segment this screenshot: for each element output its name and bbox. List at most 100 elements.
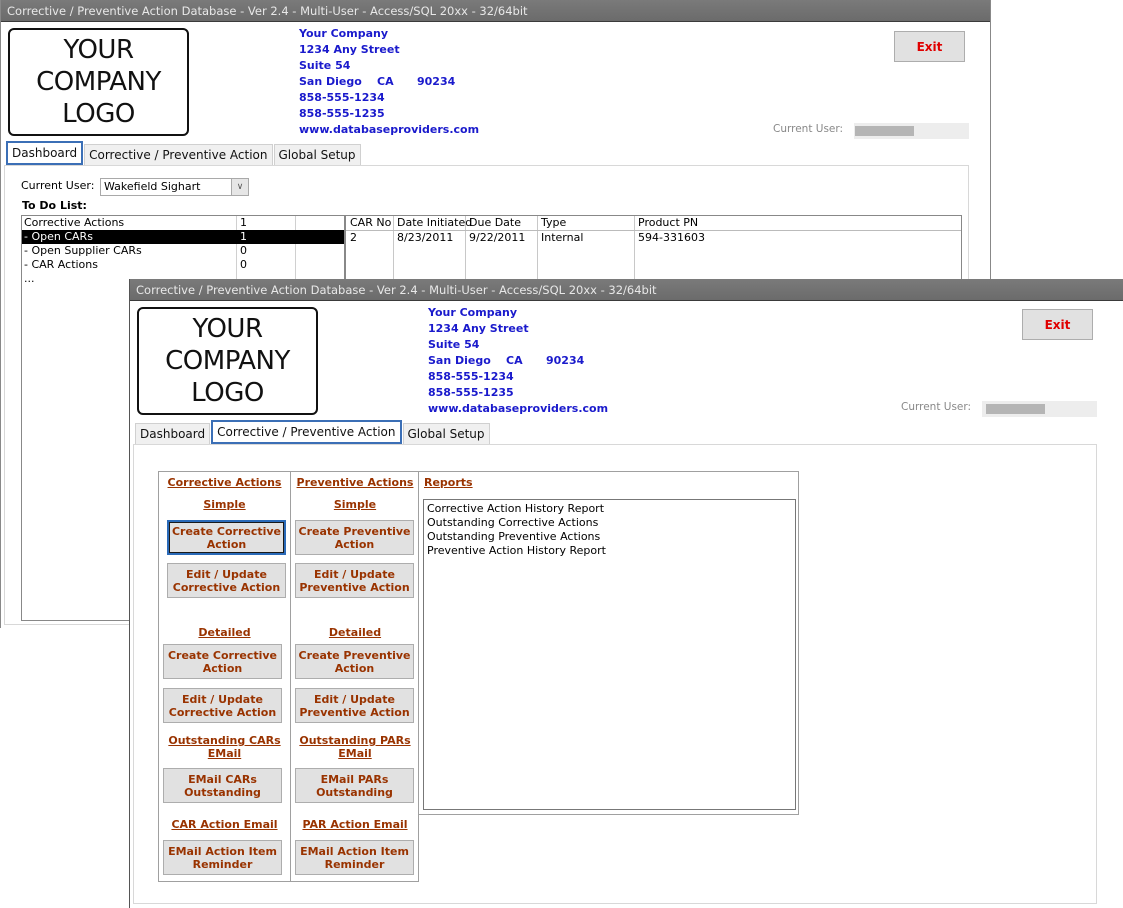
preventive-detailed-heading[interactable]: Detailed <box>291 626 419 639</box>
email-car-action-reminder-button[interactable]: EMail Action Item Reminder <box>163 840 282 875</box>
corrective-actions-heading[interactable]: Corrective Actions <box>159 476 290 489</box>
redacted-user <box>855 126 914 136</box>
company-logo: YOUR COMPANY LOGO <box>8 28 189 136</box>
table-row[interactable]: 2 8/23/2011 9/22/2011 Internal 594-33160… <box>346 231 961 245</box>
report-item[interactable]: Outstanding Preventive Actions <box>427 530 792 544</box>
outstanding-pars-email-heading[interactable]: Outstanding PARs EMail <box>291 734 419 760</box>
car-table[interactable]: CAR No Date Initiated Due Date Type Prod… <box>345 215 962 285</box>
car-table-header: CAR No Date Initiated Due Date Type Prod… <box>346 216 961 231</box>
todo-label: Corrective Actions <box>24 216 125 229</box>
current-user-select[interactable]: Wakefield Sighart ∨ <box>100 178 249 196</box>
preventive-simple-heading[interactable]: Simple <box>291 498 419 511</box>
tab-bar: Dashboard Corrective / Preventive Action… <box>6 141 362 165</box>
email-pars-outstanding-button[interactable]: EMail PARs Outstanding <box>295 768 414 803</box>
tab-bar: Dashboard Corrective / Preventive Action… <box>135 420 491 444</box>
column-header[interactable]: Due Date <box>466 216 521 230</box>
current-user-field <box>854 123 969 139</box>
redacted-user <box>986 404 1045 414</box>
tab-dashboard[interactable]: Dashboard <box>6 141 84 165</box>
create-preventive-detailed-button[interactable]: Create Preventive Action <box>295 644 414 679</box>
corrective-detailed-heading[interactable]: Detailed <box>159 626 290 639</box>
edit-corrective-simple-button[interactable]: Edit / Update Corrective Action <box>167 563 286 598</box>
table-cell: 9/22/2011 <box>469 231 526 244</box>
preventive-actions-heading[interactable]: Preventive Actions <box>291 476 419 489</box>
car-action-email-heading[interactable]: CAR Action Email <box>159 818 290 831</box>
company-logo: YOUR COMPANY LOGO <box>137 307 318 415</box>
window-title: Corrective / Preventive Action Database … <box>130 279 1123 301</box>
todo-row[interactable]: - CAR Actions 0 <box>22 258 344 272</box>
exit-button[interactable]: Exit <box>1022 309 1093 340</box>
company-phone-2: 858-555-1235 <box>428 386 514 399</box>
current-user-value: Wakefield Sighart <box>104 180 201 193</box>
company-website: www.databaseproviders.com <box>428 402 609 415</box>
current-user-label: Current User: <box>773 123 844 135</box>
todo-count: 0 <box>240 258 247 271</box>
current-user-combo-label: Current User: <box>21 179 95 192</box>
company-street: 1234 Any Street <box>428 322 529 335</box>
company-zip: 90234 <box>417 75 456 88</box>
company-city: San Diego <box>299 75 362 88</box>
cpa-panel: Corrective Actions Simple Create Correct… <box>133 444 1097 904</box>
todo-label: - Open CARs <box>24 230 93 243</box>
column-header[interactable]: CAR No <box>347 216 391 230</box>
column-header[interactable]: Type <box>538 216 566 230</box>
todo-count: 1 <box>240 216 247 229</box>
cpa-window: Corrective / Preventive Action Database … <box>129 279 1123 908</box>
edit-preventive-simple-button[interactable]: Edit / Update Preventive Action <box>295 563 414 598</box>
edit-preventive-detailed-button[interactable]: Edit / Update Preventive Action <box>295 688 414 723</box>
company-suite: Suite 54 <box>428 338 480 351</box>
todo-label: - CAR Actions <box>24 258 98 271</box>
tab-dashboard[interactable]: Dashboard <box>135 423 211 444</box>
heading-line: EMail <box>207 747 242 760</box>
window-title: Corrective / Preventive Action Database … <box>1 0 990 22</box>
heading-line: Outstanding PARs <box>299 734 411 747</box>
company-state: CA <box>506 354 523 367</box>
table-cell: Internal <box>541 231 584 244</box>
tab-global-setup[interactable]: Global Setup <box>273 144 361 165</box>
report-item[interactable]: Preventive Action History Report <box>427 544 792 558</box>
heading-line: Outstanding CARs <box>168 734 281 747</box>
logo-line: LOGO <box>62 99 135 129</box>
logo-line: YOUR <box>192 314 263 344</box>
company-phone-1: 858-555-1234 <box>299 91 385 104</box>
par-action-email-heading[interactable]: PAR Action Email <box>291 818 419 831</box>
logo-line: COMPANY <box>165 346 290 376</box>
reports-heading[interactable]: Reports <box>424 476 473 489</box>
todo-label: ... <box>24 272 35 285</box>
todo-row[interactable]: - Open Supplier CARs 0 <box>22 244 344 258</box>
tab-corrective-preventive-action[interactable]: Corrective / Preventive Action <box>84 144 273 165</box>
tab-corrective-preventive-action[interactable]: Corrective / Preventive Action <box>211 420 402 444</box>
exit-button[interactable]: Exit <box>894 31 965 62</box>
email-cars-outstanding-button[interactable]: EMail CARs Outstanding <box>163 768 282 803</box>
todo-count: 1 <box>240 230 247 243</box>
report-item[interactable]: Corrective Action History Report <box>427 502 792 516</box>
outstanding-cars-email-heading[interactable]: Outstanding CARs EMail <box>159 734 290 760</box>
company-zip: 90234 <box>546 354 585 367</box>
create-corrective-detailed-button[interactable]: Create Corrective Action <box>163 644 282 679</box>
table-cell: 8/23/2011 <box>397 231 454 244</box>
company-address: Your Company 1234 Any Street Suite 54 Sa… <box>428 305 608 417</box>
corrective-simple-heading[interactable]: Simple <box>159 498 290 511</box>
create-preventive-simple-button[interactable]: Create Preventive Action <box>295 520 414 555</box>
todo-label: - Open Supplier CARs <box>24 244 142 257</box>
create-corrective-simple-button[interactable]: Create Corrective Action <box>167 520 286 555</box>
company-suite: Suite 54 <box>299 59 351 72</box>
current-user-field <box>982 401 1097 417</box>
todo-row-selected[interactable]: - Open CARs 1 <box>22 230 344 244</box>
table-cell: 594-331603 <box>638 231 705 244</box>
report-item[interactable]: Outstanding Corrective Actions <box>427 516 792 530</box>
table-cell: 2 <box>350 231 357 244</box>
todo-row[interactable]: Corrective Actions 1 <box>22 216 344 230</box>
email-par-action-reminder-button[interactable]: EMail Action Item Reminder <box>295 840 414 875</box>
company-city-state-zip: San Diego CA 90234 <box>299 74 479 90</box>
edit-corrective-detailed-button[interactable]: Edit / Update Corrective Action <box>163 688 282 723</box>
column-header[interactable]: Product PN <box>635 216 698 230</box>
logo-line: COMPANY <box>36 67 161 97</box>
heading-line: EMail <box>338 747 372 760</box>
company-phone-2: 858-555-1235 <box>299 107 385 120</box>
tab-global-setup[interactable]: Global Setup <box>402 423 490 444</box>
company-name: Your Company <box>299 27 388 40</box>
reports-list[interactable]: Corrective Action History Report Outstan… <box>423 499 796 810</box>
chevron-down-icon[interactable]: ∨ <box>231 179 248 195</box>
column-header[interactable]: Date Initiated <box>394 216 472 230</box>
